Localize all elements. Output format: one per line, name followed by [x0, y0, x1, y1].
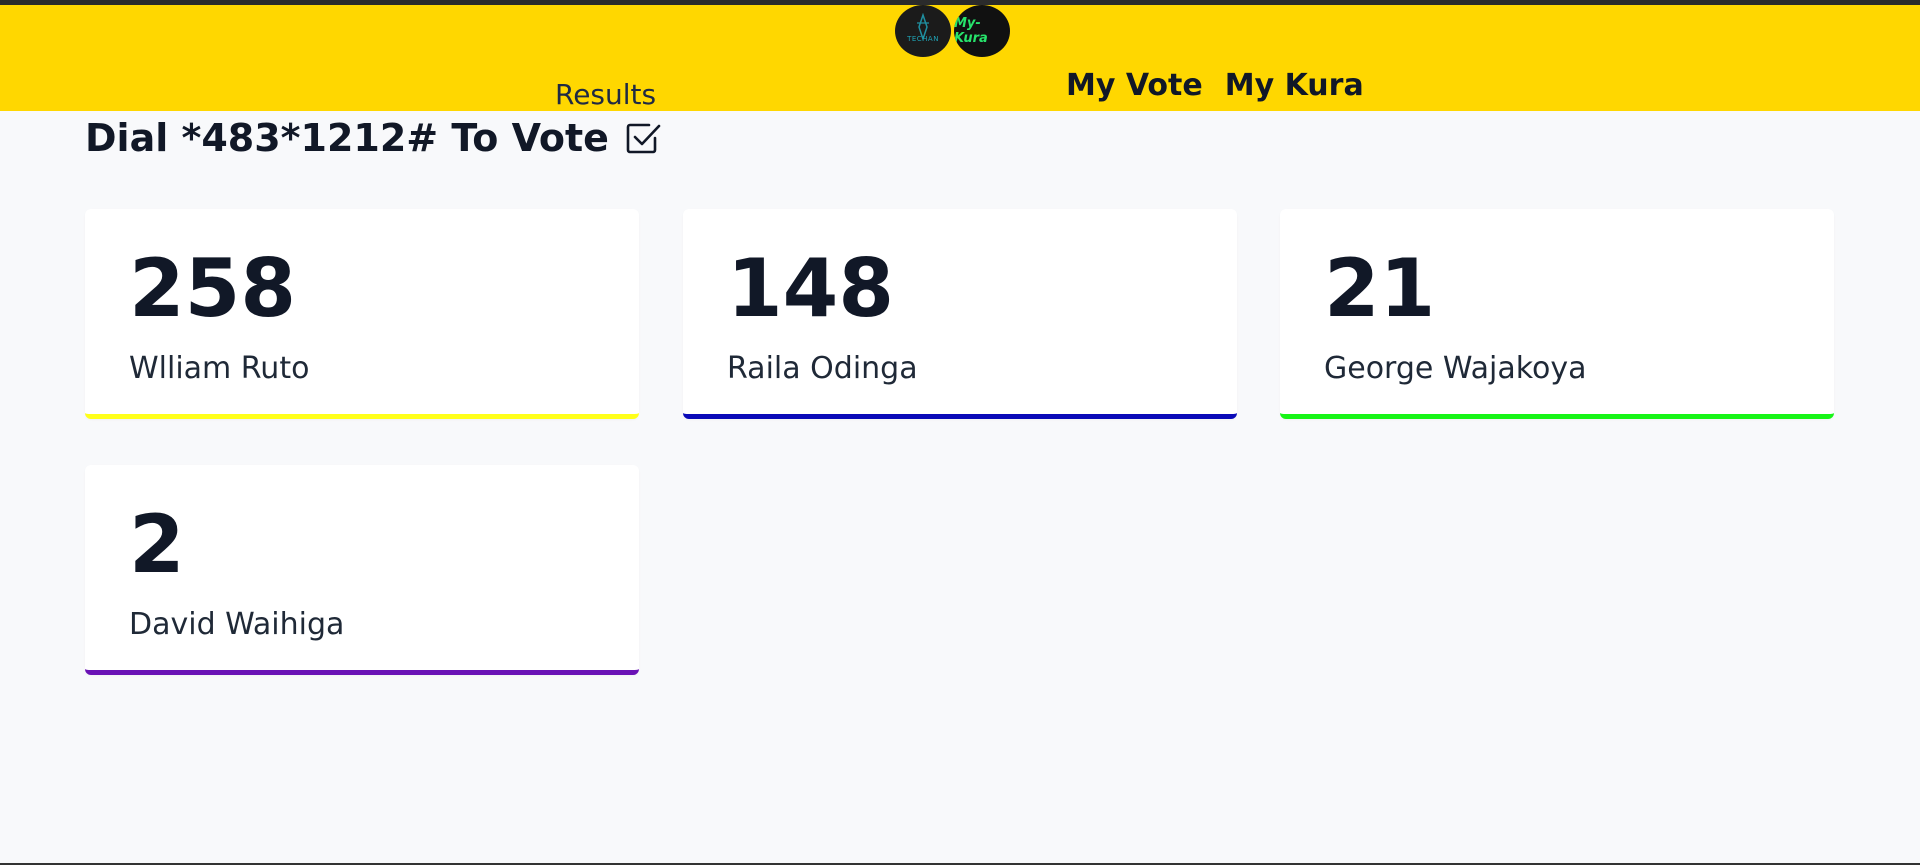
mykura-logo-text: My-Kura [954, 16, 988, 46]
candidate-card-wajakoya[interactable]: 21 George Wajakoya [1280, 209, 1834, 419]
candidate-card-ruto[interactable]: 258 Wlliam Ruto [85, 209, 639, 419]
candidate-card-odinga[interactable]: 148 Raila Odinga [683, 209, 1237, 419]
vote-count: 148 [727, 242, 894, 335]
app-header: TECHAN My-Kura Results My Vote My Kura [0, 5, 1920, 111]
mykura-logo-icon[interactable]: My-Kura [954, 5, 1010, 57]
candidate-name: George Wajakoya [1324, 351, 1587, 386]
dial-text: Dial *483*1212# To Vote [85, 116, 609, 160]
dial-instruction: Dial *483*1212# To Vote [85, 116, 663, 160]
candidate-name: Raila Odinga [727, 351, 918, 386]
vote-count: 21 [1324, 242, 1436, 335]
page-title: Results [555, 78, 657, 111]
nav-link-my-vote[interactable]: My Vote [1066, 68, 1203, 103]
nav-link-my-kura[interactable]: My Kura [1225, 68, 1364, 103]
vote-count: 258 [129, 242, 296, 335]
vote-count: 2 [129, 498, 185, 591]
main-nav: My Vote My Kura [1066, 68, 1364, 103]
candidate-card-waihiga[interactable]: 2 David Waihiga [85, 465, 639, 675]
techan-logo-icon[interactable]: TECHAN [895, 5, 951, 57]
candidate-name: David Waihiga [129, 607, 345, 642]
candidate-name: Wlliam Ruto [129, 351, 310, 386]
checkbox-checked-icon [626, 123, 661, 154]
techan-logo-text: TECHAN [907, 35, 939, 43]
